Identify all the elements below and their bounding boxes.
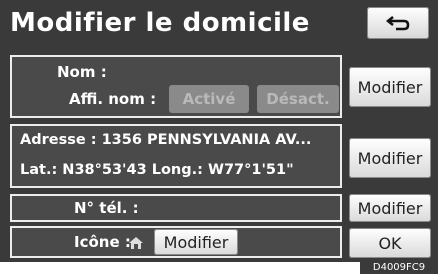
icon-label: Icône : xyxy=(74,233,131,251)
name-modifier-button[interactable]: Modifier xyxy=(349,67,431,107)
back-button[interactable] xyxy=(367,7,429,39)
name-panel: Nom : Affi. nom : Activé Désact. xyxy=(10,55,342,118)
address-modifier-button[interactable]: Modifier xyxy=(349,138,431,178)
figure-code: D4009FC9 xyxy=(360,262,438,274)
display-name-on-button[interactable]: Activé xyxy=(169,85,249,113)
display-name-label: Affi. nom : xyxy=(69,90,157,108)
address-panel: Adresse : 1356 PENNSYLVANIA AV... Lat.: … xyxy=(10,124,342,188)
address-text: Adresse : 1356 PENNSYLVANIA AV... xyxy=(20,132,312,148)
home-marker-icon xyxy=(129,237,143,249)
icon-panel: Icône : Modifier xyxy=(10,226,342,258)
icon-modifier-button[interactable]: Modifier xyxy=(154,229,238,255)
phone-modifier-button[interactable]: Modifier xyxy=(349,194,431,222)
name-label: Nom : xyxy=(57,63,107,81)
return-arrow-icon xyxy=(385,16,410,31)
phone-label: N° tél. : xyxy=(74,199,139,217)
latlong-text: Lat.: N38°53'43 Long.: W77°1'51" xyxy=(20,162,294,178)
ok-button[interactable]: OK xyxy=(349,228,431,258)
page-title: Modifier le domicile xyxy=(10,8,310,38)
display-name-off-button[interactable]: Désact. xyxy=(257,85,339,113)
screen: Modifier le domicile Nom : Affi. nom : A… xyxy=(0,0,438,262)
phone-panel: N° tél. : xyxy=(10,194,342,222)
